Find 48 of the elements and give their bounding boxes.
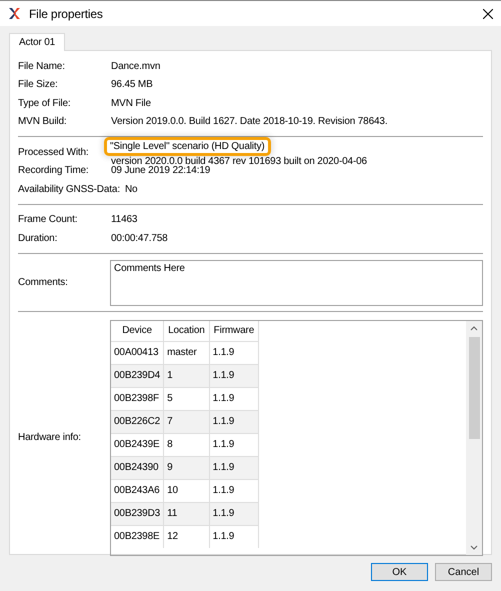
field-label: Processed With: [18,146,90,158]
table-cell: 00B24390 [111,456,164,479]
field-value: Version 2019.0.0. Build 1627. Date 2018-10-19. Revision 78643. [110,116,388,128]
app-logo-icon [8,7,21,20]
table-cell: 9 [164,456,210,479]
field-label: Hardware info: [18,432,82,443]
field-label: Duration: [18,232,58,244]
field-label: Recording Time: [18,165,90,176]
field-value: 11463 [110,214,138,226]
scrollbar[interactable] [466,320,482,554]
field-value: version 2020.0.0 build 4367 rev 101693 built on 2020-04-06 [110,156,368,168]
close-icon[interactable] [483,8,493,18]
field-value: 09 June 2019 22:14:19 [110,165,212,176]
field-label: Availability GNSS-Data: [18,184,121,195]
field-label: Comments: [18,277,69,288]
field-value: 00:00:47.758 [110,232,169,244]
column-header: Location [164,320,210,341]
scroll-thumb[interactable] [468,336,480,438]
field-value: 96.45 MB [110,79,154,90]
table-cell: 1.1.9 [209,410,259,433]
table-cell: 1.1.9 [209,456,259,479]
field-label: File Name: [18,60,66,72]
table-cell: 1.1.9 [209,502,259,525]
field-label: MVN Build: [18,116,68,128]
table-cell: 7 [164,410,210,433]
column-header: Device [111,320,164,341]
tab[interactable]: Actor 01 [9,33,66,51]
dialog-button[interactable]: Cancel [435,563,492,581]
table-cell: 1 [164,364,210,387]
table-cell: 11 [164,502,210,525]
field-value: MVN File [110,98,152,109]
table-cell: 12 [164,525,210,548]
table-cell: 00B2398E [111,525,164,548]
table-cell: 00B239D3 [111,502,164,525]
field-label: File Size: [18,79,59,90]
dialog-button[interactable]: OK [371,563,428,581]
field-value: No [124,184,138,195]
field-label: Frame Count: [18,214,78,226]
highlighted-value: "Single Level" scenario (HD Quality) [104,137,271,156]
table-cell: 1.1.9 [209,525,259,548]
table-cell: 00B226C2 [111,410,164,433]
comments-field[interactable]: Comments Here [110,260,483,306]
column-header: Firmware [209,320,259,341]
field-label: Type of File: [18,98,72,109]
table-cell: 00B239D4 [111,364,164,387]
field-value: Dance.mvn [110,60,162,72]
window-title: File properties [29,6,104,20]
table-cell: 1.1.9 [209,364,259,387]
